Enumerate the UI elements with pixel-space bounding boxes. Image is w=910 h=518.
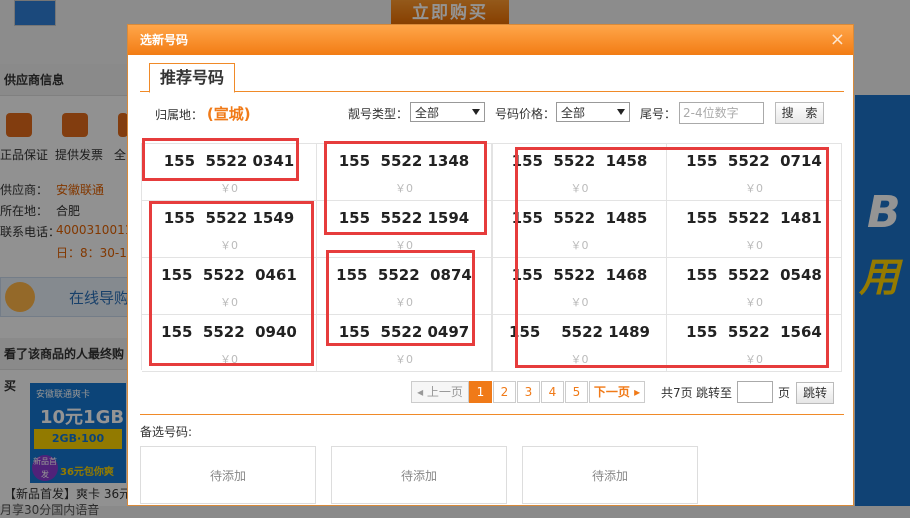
number-cell[interactable]: 155 5522 0497 ￥0: [317, 315, 492, 372]
number-price: ￥0: [570, 182, 589, 195]
number-price: ￥0: [745, 353, 763, 366]
close-icon[interactable]: ×: [830, 25, 845, 55]
phone-number: 155 5522 1564: [686, 323, 822, 341]
page-3[interactable]: 3: [517, 381, 540, 403]
number-price: ￥0: [395, 239, 413, 252]
candidates-label: 备选号码:: [140, 425, 193, 439]
number-price: ￥0: [395, 353, 413, 366]
number-cell[interactable]: 155 5522 1489 ￥0: [492, 315, 667, 372]
number-type-value: 全部: [415, 106, 440, 120]
price-select[interactable]: 全部: [556, 102, 630, 122]
number-price: ￥0: [570, 353, 589, 366]
page-1[interactable]: 1: [469, 381, 492, 403]
number-price: ￥0: [745, 239, 763, 252]
jump-button[interactable]: 跳转: [796, 382, 834, 404]
phone-number: 155 5522 1468: [511, 266, 648, 284]
number-cell[interactable]: 155 5522 0940 ￥0: [142, 315, 317, 372]
chevron-down-icon: [617, 109, 625, 115]
tab-recommended[interactable]: 推荐号码: [149, 63, 236, 93]
region-label: 归属地：: [155, 108, 204, 122]
region-filter: 归属地： (宣城): [155, 103, 251, 125]
phone-number: 155 5522 0341: [163, 152, 295, 170]
page-5[interactable]: 5: [565, 381, 588, 403]
jump-page-input[interactable]: [737, 381, 773, 403]
number-price: ￥0: [570, 239, 589, 252]
number-price: ￥0: [220, 353, 238, 366]
phone-number: 155 5522 1489: [509, 323, 650, 341]
number-price: ￥0: [220, 296, 238, 309]
number-price: ￥0: [745, 182, 763, 195]
price-select-value: 全部: [561, 106, 586, 120]
phone-number: 155 5522 1549: [163, 209, 295, 227]
number-type-select[interactable]: 全部: [410, 102, 485, 122]
number-cell[interactable]: 155 5522 0341 ￥0: [142, 144, 317, 201]
number-price: ￥0: [745, 296, 763, 309]
page-2[interactable]: 2: [493, 381, 516, 403]
tail-label: 尾号：: [640, 107, 677, 121]
section-divider: [140, 414, 844, 415]
phone-number: 155 5522 1348: [338, 152, 470, 170]
number-cell[interactable]: 155 5522 1485 ￥0: [492, 201, 667, 258]
number-price: ￥0: [395, 296, 413, 309]
phone-number: 155 5522 1458: [511, 152, 648, 170]
phone-number: 155 5522 0461: [161, 266, 297, 284]
phone-number: 155 5522 0497: [338, 323, 470, 341]
dialog-title: 选新号码: [140, 33, 189, 47]
number-cell[interactable]: 155 5522 1549 ￥0: [142, 201, 317, 258]
phone-number: 155 5522 0548: [686, 266, 822, 284]
total-pages: 共7页: [661, 386, 693, 400]
candidate-slot[interactable]: 待添加: [140, 446, 316, 504]
number-cell[interactable]: 155 5522 1564 ￥0: [667, 315, 842, 372]
prev-page-button[interactable]: ◂ 上一页: [411, 381, 469, 403]
next-page-button[interactable]: 下一页 ▸: [589, 381, 645, 403]
candidate-slot[interactable]: 待添加: [331, 446, 507, 504]
number-cell[interactable]: 155 5522 0714 ￥0: [667, 144, 842, 201]
number-cell[interactable]: 155 5522 0548 ￥0: [667, 258, 842, 315]
tab-underline: [140, 91, 844, 92]
number-cell[interactable]: 155 5522 1481 ￥0: [667, 201, 842, 258]
number-grid: 155 5522 0341 ￥0 155 5522 1348 ￥0 155 5522 1…: [141, 143, 842, 372]
page-4[interactable]: 4: [541, 381, 564, 403]
number-cell[interactable]: 155 5522 0874 ￥0: [317, 258, 492, 315]
number-cell[interactable]: 155 5522 0461 ￥0: [142, 258, 317, 315]
search-button[interactable]: 搜 索: [775, 102, 824, 124]
dialog-titlebar: 选新号码 ×: [128, 25, 853, 55]
tail-number-input[interactable]: 2-4位数字: [679, 102, 764, 124]
number-price: ￥0: [220, 239, 238, 252]
number-price: ￥0: [570, 296, 589, 309]
region-value: (宣城): [206, 105, 251, 123]
number-price: ￥0: [395, 182, 413, 195]
number-cell[interactable]: 155 5522 1348 ￥0: [317, 144, 492, 201]
candidate-slot[interactable]: 待添加: [522, 446, 698, 504]
phone-number: 155 5522 1594: [338, 209, 470, 227]
number-cell[interactable]: 155 5522 1468 ￥0: [492, 258, 667, 315]
price-label: 号码价格：: [495, 107, 556, 121]
phone-number: 155 5522 0940: [161, 323, 297, 341]
phone-number: 155 5522 0874: [336, 266, 472, 284]
jump-label: 跳转至: [696, 386, 733, 400]
phone-number: 155 5522 1485: [511, 209, 648, 227]
number-cell[interactable]: 155 5522 1594 ￥0: [317, 201, 492, 258]
number-cell[interactable]: 155 5522 1458 ￥0: [492, 144, 667, 201]
select-number-dialog: 选新号码 × 推荐号码 归属地： (宣城) 靓号类型： 全部 号码价格： 全部 …: [127, 24, 854, 506]
page-unit: 页: [778, 386, 791, 400]
type-label: 靓号类型：: [348, 107, 409, 121]
phone-number: 155 5522 0714: [686, 152, 822, 170]
phone-number: 155 5522 1481: [686, 209, 822, 227]
chevron-down-icon: [472, 109, 480, 115]
number-price: ￥0: [220, 182, 238, 195]
